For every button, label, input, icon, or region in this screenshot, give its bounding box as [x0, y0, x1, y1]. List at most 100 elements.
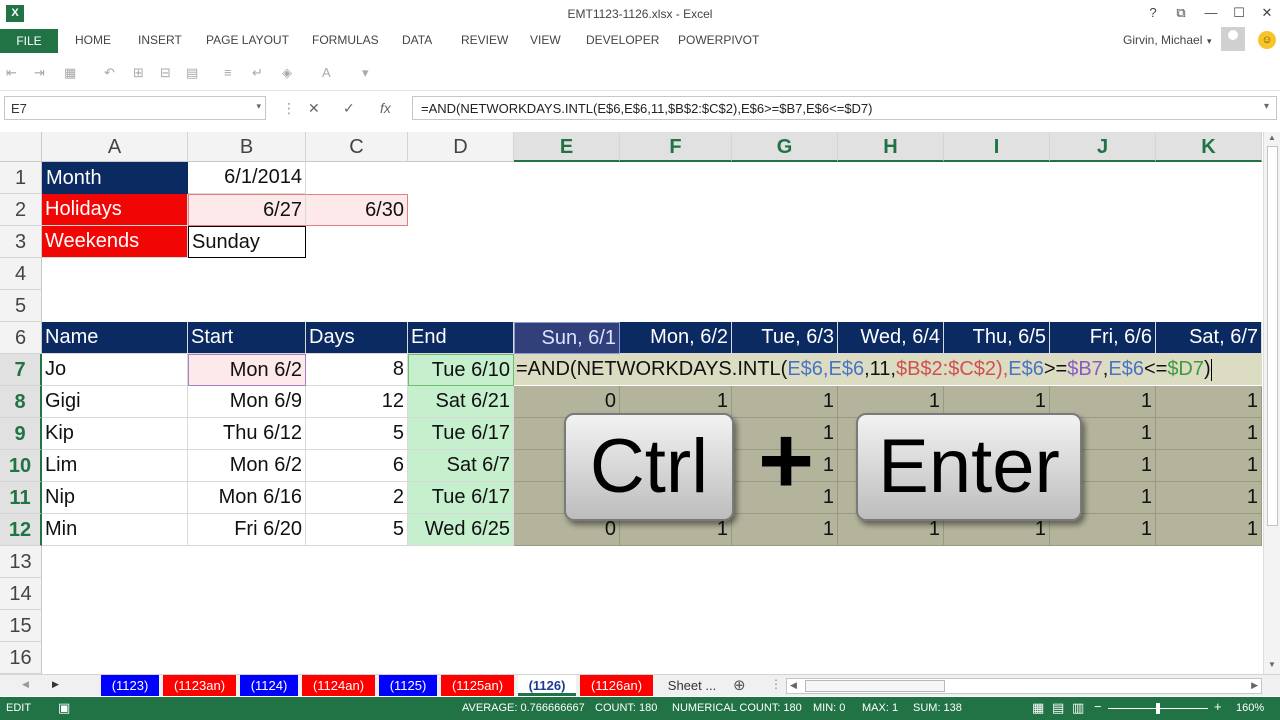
- horizontal-scrollbar[interactable]: ◀ ▶: [786, 678, 1262, 694]
- borders-icon[interactable]: ⊞: [133, 65, 144, 81]
- status-max[interactable]: MAX: 1: [862, 702, 898, 714]
- sheet-tab[interactable]: (1123an): [163, 675, 236, 696]
- header-name-cell[interactable]: Name: [42, 322, 188, 354]
- holidays-label-cell[interactable]: Holidays: [42, 194, 188, 226]
- column-header-h[interactable]: H: [838, 132, 944, 162]
- row-header[interactable]: 8: [0, 386, 42, 418]
- date-header-cell[interactable]: Thu, 6/5: [944, 322, 1050, 354]
- row-header[interactable]: 3: [0, 226, 42, 258]
- start-cell[interactable]: Mon 6/9: [188, 386, 306, 418]
- font-color-icon[interactable]: A: [322, 65, 331, 80]
- column-header-g[interactable]: G: [732, 132, 838, 162]
- hscroll-left-icon[interactable]: ◀: [790, 680, 797, 691]
- tab-data[interactable]: DATA: [402, 33, 432, 47]
- horizontal-scroll-thumb[interactable]: [805, 680, 945, 692]
- formula-input[interactable]: =AND(NETWORKDAYS.INTL(E$6,E$6,11,$B$2:$C…: [412, 96, 1277, 120]
- increase-indent-icon[interactable]: ⇥: [34, 65, 45, 81]
- user-name[interactable]: Girvin, Michael: [1123, 33, 1202, 47]
- tab-powerpivot[interactable]: POWERPIVOT: [678, 33, 759, 47]
- sheet-tab[interactable]: (1126an): [580, 675, 653, 696]
- vertical-scroll-thumb[interactable]: [1267, 146, 1278, 526]
- row-header[interactable]: 7: [0, 354, 42, 386]
- ribbon-display-icon[interactable]: ⧉: [1170, 5, 1192, 21]
- table-icon[interactable]: ⊟: [160, 65, 171, 81]
- tab-view[interactable]: VIEW: [530, 33, 561, 47]
- row-header[interactable]: 11: [0, 482, 42, 514]
- tab-scroll-right-icon[interactable]: ▶: [52, 679, 59, 690]
- start-cell[interactable]: Mon 6/16: [188, 482, 306, 514]
- row-header[interactable]: 2: [0, 194, 42, 226]
- align-icon[interactable]: ≡: [224, 65, 232, 80]
- scroll-down-icon[interactable]: ▼: [1268, 660, 1276, 669]
- column-header-j[interactable]: J: [1050, 132, 1156, 162]
- worksheet-grid[interactable]: A B C D E F G H I J K 1 2 3 4 5 6 7 8 9 …: [0, 132, 1262, 674]
- row-header[interactable]: 10: [0, 450, 42, 482]
- name-cell[interactable]: Kip: [42, 418, 188, 450]
- header-end-cell[interactable]: End: [408, 322, 514, 354]
- status-min[interactable]: MIN: 0: [813, 702, 845, 714]
- end-cell[interactable]: Tue 6/17: [408, 482, 514, 514]
- start-cell[interactable]: Fri 6/20: [188, 514, 306, 546]
- result-cell[interactable]: 1: [1156, 418, 1262, 450]
- smiley-feedback-icon[interactable]: ☺: [1258, 31, 1276, 49]
- start-cell[interactable]: Thu 6/12: [188, 418, 306, 450]
- row-header[interactable]: 6: [0, 322, 42, 354]
- tab-page-layout[interactable]: PAGE LAYOUT: [206, 33, 289, 47]
- result-cell[interactable]: 1: [1156, 450, 1262, 482]
- date-header-cell[interactable]: Tue, 6/3: [732, 322, 838, 354]
- holiday-2-cell[interactable]: 6/30: [306, 194, 408, 226]
- in-cell-formula-editor[interactable]: =AND(NETWORKDAYS.INTL(E$6,E$6,11,$B$2:$C…: [514, 354, 1262, 385]
- end-cell[interactable]: Tue 6/10: [408, 354, 514, 386]
- normal-view-icon[interactable]: ▦: [1032, 700, 1044, 716]
- header-days-cell[interactable]: Days: [306, 322, 408, 354]
- sheet-tab[interactable]: (1123): [101, 675, 159, 696]
- month-value-cell[interactable]: 6/1/2014: [188, 162, 306, 194]
- sheet-tab-active[interactable]: (1126): [518, 675, 576, 696]
- sheet-tab[interactable]: Sheet ...: [660, 675, 724, 696]
- expand-formula-bar-icon[interactable]: ▾: [1264, 101, 1269, 112]
- status-sum[interactable]: SUM: 138: [913, 702, 962, 714]
- row-header[interactable]: 5: [0, 290, 42, 322]
- end-cell[interactable]: Sat 6/7: [408, 450, 514, 482]
- month-label-cell[interactable]: Month: [42, 162, 188, 194]
- header-start-cell[interactable]: Start: [188, 322, 306, 354]
- weekends-label-cell[interactable]: Weekends: [42, 226, 188, 258]
- status-count[interactable]: COUNT: 180: [595, 702, 657, 714]
- decrease-indent-icon[interactable]: ⇤: [6, 65, 17, 81]
- close-button[interactable]: ✕: [1256, 5, 1278, 21]
- tab-developer[interactable]: DEVELOPER: [586, 33, 659, 47]
- row-header[interactable]: 14: [0, 578, 42, 610]
- tab-insert[interactable]: INSERT: [138, 33, 182, 47]
- column-header-a[interactable]: A: [42, 132, 188, 162]
- name-cell[interactable]: Min: [42, 514, 188, 546]
- page-layout-view-icon[interactable]: ▤: [1052, 700, 1064, 716]
- row-header[interactable]: 13: [0, 546, 42, 578]
- sheet-tab[interactable]: (1124an): [302, 675, 375, 696]
- column-header-k[interactable]: K: [1156, 132, 1262, 162]
- column-header-d[interactable]: D: [408, 132, 514, 162]
- result-cell[interactable]: 1: [1156, 386, 1262, 418]
- enter-button[interactable]: ✓: [343, 100, 355, 117]
- row-header[interactable]: 12: [0, 514, 42, 546]
- splitter-icon[interactable]: ⋮: [770, 677, 782, 691]
- fill-color-icon[interactable]: ◈: [282, 65, 292, 81]
- date-header-cell[interactable]: Sat, 6/7: [1156, 322, 1262, 354]
- select-all-button[interactable]: [0, 132, 42, 162]
- scroll-up-icon[interactable]: ▲: [1268, 133, 1276, 142]
- page-break-view-icon[interactable]: ▥: [1072, 700, 1084, 716]
- tab-scroll-left-icon[interactable]: ◀: [22, 679, 29, 690]
- date-header-cell[interactable]: Wed, 6/4: [838, 322, 944, 354]
- tab-file[interactable]: FILE: [0, 29, 58, 53]
- hscroll-right-icon[interactable]: ▶: [1251, 680, 1258, 691]
- row-header[interactable]: 16: [0, 642, 42, 674]
- undo-icon[interactable]: ↶: [104, 65, 115, 81]
- name-cell[interactable]: Jo: [42, 354, 188, 386]
- column-header-f[interactable]: F: [620, 132, 732, 162]
- sheet-tab[interactable]: (1125an): [441, 675, 514, 696]
- row-header[interactable]: 15: [0, 610, 42, 642]
- date-header-cell[interactable]: Fri, 6/6: [1050, 322, 1156, 354]
- help-button[interactable]: ?: [1142, 5, 1164, 20]
- tab-review[interactable]: REVIEW: [461, 33, 508, 47]
- minimize-button[interactable]: —: [1200, 5, 1222, 20]
- date-header-cell[interactable]: Sun, 6/1: [514, 322, 620, 354]
